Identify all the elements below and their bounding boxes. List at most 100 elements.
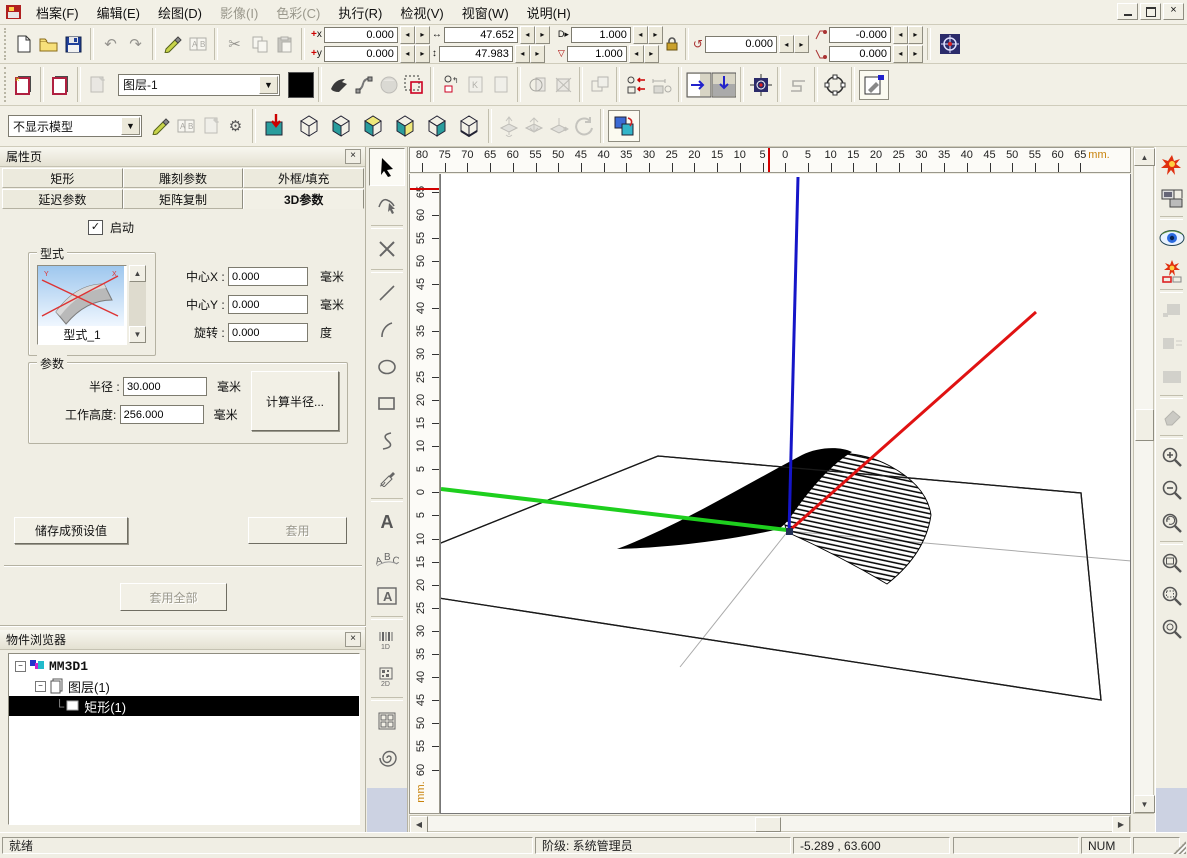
eraser-button[interactable]	[1158, 402, 1186, 432]
size-w-input[interactable]	[444, 27, 518, 43]
input-port-button[interactable]	[686, 72, 711, 97]
skew-x-input[interactable]	[829, 27, 891, 43]
rotation-spinner[interactable]: ◂▸	[779, 35, 809, 53]
origin-node[interactable]	[786, 528, 793, 535]
skew-y-input[interactable]	[829, 46, 891, 62]
tab-rectangle[interactable]: 矩形	[2, 168, 123, 188]
menu-item-8[interactable]: 说明(H)	[518, 0, 580, 26]
model-page-button[interactable]	[198, 114, 223, 139]
pos-y-spinner[interactable]: ◂▸	[400, 45, 430, 63]
toolbar-grip[interactable]	[4, 67, 9, 102]
menu-item-3[interactable]: 影像(I)	[211, 0, 267, 26]
arc-text-tool[interactable]: ABC	[370, 541, 404, 577]
scroll-left-icon[interactable]: ◀	[410, 816, 428, 833]
vertical-scroll-thumb[interactable]	[1135, 409, 1154, 441]
chevron-down-icon[interactable]: ▼	[121, 117, 140, 135]
scroll-up-icon[interactable]: ▲	[1134, 148, 1155, 166]
move-axis-button[interactable]	[546, 114, 571, 139]
center-y-input[interactable]	[228, 295, 308, 314]
red-light-frame-button[interactable]	[1158, 256, 1186, 286]
menu-item-0[interactable]: 档案(F)	[27, 0, 88, 26]
text-tool[interactable]: A	[370, 504, 404, 540]
tree-expander[interactable]: −	[15, 661, 26, 672]
zoom-window-button[interactable]	[1158, 548, 1186, 578]
lasso-select-tool[interactable]	[370, 187, 404, 223]
scale-y-input[interactable]	[567, 46, 627, 62]
align-button[interactable]	[624, 72, 649, 97]
page-button[interactable]	[488, 72, 513, 97]
size-h-input[interactable]	[439, 46, 513, 62]
scroll-down-icon[interactable]: ▼	[1134, 795, 1155, 813]
object-browser-titlebar[interactable]: 物件浏览器 ×	[0, 630, 365, 650]
arc-tool[interactable]	[370, 312, 404, 348]
redo-button[interactable]: ↷	[123, 32, 148, 57]
restore-button[interactable]	[1140, 3, 1161, 20]
curve-tool[interactable]	[370, 423, 404, 459]
close-button[interactable]: ×	[1163, 3, 1184, 20]
new-layer-button[interactable]: ×	[11, 72, 36, 97]
path-order-button[interactable]	[785, 72, 810, 97]
size-h-spinner[interactable]: ◂▸	[515, 45, 545, 63]
line-tool[interactable]	[370, 275, 404, 311]
layer-color-swatch[interactable]	[288, 72, 314, 98]
point-tool[interactable]	[370, 231, 404, 267]
lock-ratio-icon[interactable]	[663, 32, 681, 57]
view-right-button[interactable]	[388, 110, 420, 142]
output-port-button[interactable]	[711, 72, 736, 97]
tree-item-1[interactable]: −图层(1)	[9, 676, 359, 696]
select-tool[interactable]	[369, 148, 405, 186]
paste-button[interactable]	[272, 32, 297, 57]
style-preview[interactable]: XY 型式_1	[37, 265, 127, 345]
ellipse-tool[interactable]	[370, 349, 404, 385]
rotate-input[interactable]	[228, 323, 308, 342]
tree-item-0[interactable]: −MM3D1	[9, 656, 359, 676]
tab-delay-params[interactable]: 延迟参数	[2, 189, 123, 209]
node-circle-button[interactable]	[822, 72, 847, 97]
mark-region-button[interactable]	[1158, 362, 1186, 392]
apply-button[interactable]: 套用	[248, 517, 347, 544]
menu-item-1[interactable]: 编辑(E)	[88, 0, 149, 26]
settings-gear-icon[interactable]: ⚙	[223, 114, 248, 139]
to-curves-button[interactable]: K	[463, 72, 488, 97]
group-button[interactable]	[587, 72, 612, 97]
new-file-button[interactable]	[11, 32, 36, 57]
zoom-out-button[interactable]	[1158, 475, 1186, 505]
scale-x-input[interactable]	[571, 27, 631, 43]
save-preset-button[interactable]: 储存成预设值	[14, 517, 128, 544]
cut-button[interactable]: ✂	[222, 32, 247, 57]
skew-x-spinner[interactable]: ◂▸	[893, 26, 923, 44]
calc-radius-button[interactable]: 计算半径...	[251, 371, 339, 431]
style-spin-up-icon[interactable]: ▲	[129, 265, 146, 282]
barcode-1d-tool[interactable]: 1D	[370, 622, 404, 658]
render-sphere-button[interactable]	[376, 72, 401, 97]
coordinate-target-button[interactable]	[935, 29, 965, 59]
pos-x-input[interactable]	[324, 27, 398, 43]
zoom-all-button[interactable]	[1158, 614, 1186, 644]
menu-item-4[interactable]: 色彩(C)	[267, 0, 329, 26]
rotate-view-button[interactable]	[571, 114, 596, 139]
zoom-in-button[interactable]	[1158, 442, 1186, 472]
show-3d-panel-button[interactable]	[608, 110, 640, 142]
close-icon[interactable]: ×	[345, 632, 361, 647]
close-icon[interactable]: ×	[345, 149, 361, 164]
boxed-text-tool[interactable]: A	[370, 578, 404, 614]
view-back-button[interactable]	[420, 110, 452, 142]
model-display-select[interactable]: 不显示模型 ▼	[8, 115, 142, 137]
device-output-button[interactable]	[1158, 183, 1186, 213]
measure-button[interactable]	[649, 72, 674, 97]
preview-eye-button[interactable]	[1158, 223, 1186, 253]
mark-param-button[interactable]	[1158, 296, 1186, 326]
spiral-tool[interactable]	[370, 740, 404, 776]
import-button[interactable]	[160, 32, 185, 57]
tree-item-2[interactable]: └矩形(1)	[9, 696, 359, 716]
pos-x-spinner[interactable]: ◂▸	[400, 26, 430, 44]
duplicate-layer-button[interactable]	[48, 72, 73, 97]
clip-circle-button[interactable]	[525, 72, 550, 97]
view-top-button[interactable]	[260, 110, 292, 142]
tree-expander[interactable]: −	[35, 681, 46, 692]
center-x-input[interactable]	[228, 267, 308, 286]
pen-tool[interactable]	[370, 460, 404, 496]
radius-input[interactable]	[123, 377, 207, 396]
horizontal-scrollbar[interactable]: ◀ ▶	[409, 815, 1131, 832]
style-spin-down-icon[interactable]: ▼	[129, 326, 146, 343]
